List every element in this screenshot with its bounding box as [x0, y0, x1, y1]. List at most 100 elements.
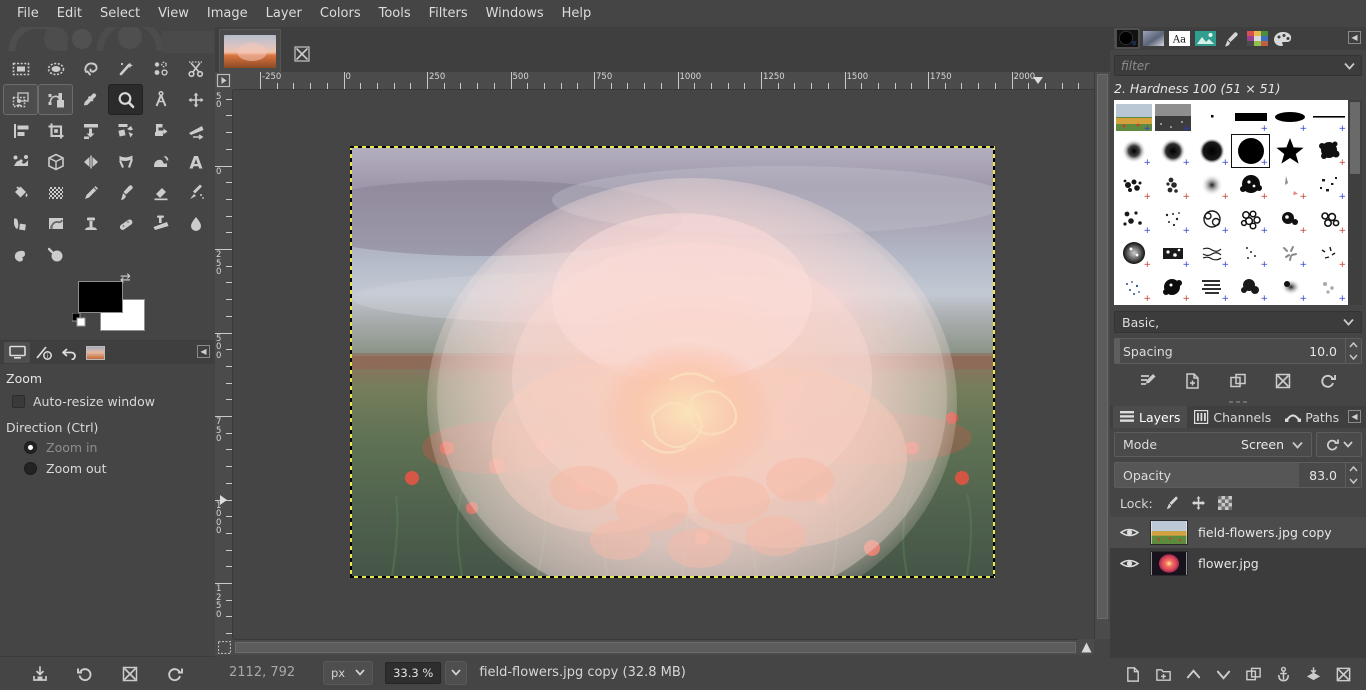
tool-rotate[interactable]: [73, 115, 108, 146]
tool-shear[interactable]: [143, 115, 178, 146]
layer-row[interactable]: field-flowers.jpg copy: [1110, 517, 1366, 548]
device-status-tab[interactable]: i: [30, 342, 56, 363]
delete-brush-button[interactable]: [1270, 369, 1296, 393]
tool-perspective-clone[interactable]: [143, 208, 178, 239]
layer-list[interactable]: field-flowers.jpg copy flower.jpg: [1110, 517, 1366, 658]
chevron-down-icon[interactable]: [1344, 62, 1355, 70]
brush-item[interactable]: +: [1270, 270, 1309, 304]
chevron-down-icon[interactable]: [1349, 354, 1358, 360]
paint-dynamics-tab[interactable]: [1218, 28, 1244, 49]
brush-item[interactable]: +: [1309, 202, 1348, 236]
lower-layer-button[interactable]: [1211, 662, 1235, 686]
opacity-stepper[interactable]: [1345, 463, 1361, 487]
tool-text[interactable]: A: [178, 146, 213, 177]
brush-grid[interactable]: + + + + + + + + + + + + + + + + + + + + …: [1114, 100, 1348, 305]
horizontal-ruler[interactable]: -250 0 250 500 750 1000 1250 1500 1750 2000: [233, 72, 1094, 90]
brush-item[interactable]: +: [1153, 134, 1192, 168]
brush-item[interactable]: +: [1231, 202, 1270, 236]
patterns-tab[interactable]: [1140, 28, 1166, 49]
menu-help[interactable]: Help: [553, 3, 601, 24]
horizontal-scrollbar[interactable]: [233, 639, 1094, 655]
tool-pencil[interactable]: [73, 177, 108, 208]
chevron-down-icon[interactable]: [1349, 478, 1358, 484]
brush-item[interactable]: +: [1114, 168, 1153, 202]
brush-item[interactable]: +: [1114, 236, 1153, 270]
tool-ellipse-select[interactable]: [38, 53, 73, 84]
tool-heal[interactable]: [108, 208, 143, 239]
layer-blend-space-button[interactable]: [1316, 432, 1362, 457]
tool-flip[interactable]: [73, 146, 108, 177]
zoom-value[interactable]: 33.3 %: [385, 661, 442, 684]
reset-tool-options-button[interactable]: [162, 662, 188, 686]
brush-item[interactable]: +: [1153, 270, 1192, 304]
tool-eraser[interactable]: [143, 177, 178, 208]
menu-file[interactable]: File: [8, 3, 48, 24]
lock-alpha-button[interactable]: [1217, 495, 1234, 511]
menu-layer[interactable]: Layer: [257, 3, 311, 24]
zoom-dropdown-button[interactable]: [445, 660, 468, 685]
edit-brush-button[interactable]: [1135, 369, 1161, 393]
images-tab[interactable]: [82, 342, 108, 363]
tool-clone[interactable]: [73, 208, 108, 239]
brush-item[interactable]: +: [1114, 270, 1153, 304]
tab-paths[interactable]: Paths: [1278, 406, 1346, 428]
lock-position-button[interactable]: [1190, 495, 1207, 511]
radio-zoom-out[interactable]: Zoom out: [6, 458, 209, 479]
brush-filter-field[interactable]: filter: [1114, 55, 1362, 76]
tool-perspective[interactable]: [178, 115, 213, 146]
raise-layer-button[interactable]: [1181, 662, 1205, 686]
brush-item[interactable]: [1192, 100, 1231, 134]
menu-filters[interactable]: Filters: [420, 3, 477, 24]
tool-fuzzy-select[interactable]: [108, 53, 143, 84]
brush-item[interactable]: +: [1192, 270, 1231, 304]
tool-paintbrush[interactable]: [108, 177, 143, 208]
default-colors-icon[interactable]: [71, 312, 86, 327]
tool-mypaint-brush[interactable]: [38, 208, 73, 239]
brush-item[interactable]: +: [1153, 168, 1192, 202]
layer-visibility-icon[interactable]: [1118, 526, 1140, 539]
brush-item[interactable]: +: [1192, 202, 1231, 236]
colormap-tab[interactable]: [1270, 28, 1296, 49]
document-history-tab[interactable]: [1192, 28, 1218, 49]
tool-measure[interactable]: [143, 84, 178, 115]
menu-tools[interactable]: Tools: [370, 3, 420, 24]
duplicate-brush-button[interactable]: [1225, 369, 1251, 393]
brush-item[interactable]: +: [1270, 202, 1309, 236]
brushes-tab[interactable]: [1114, 28, 1140, 49]
canvas-viewport[interactable]: [233, 90, 1094, 639]
tool-crop[interactable]: [38, 115, 73, 146]
brush-preset-selector[interactable]: Basic,: [1114, 311, 1362, 333]
vertical-ruler[interactable]: -250 0 250 500 750 1000 1250: [215, 90, 233, 639]
tool-ink[interactable]: [3, 208, 38, 239]
brush-item[interactable]: +: [1192, 134, 1231, 168]
navigation-preview-button[interactable]: [1078, 639, 1094, 655]
brush-item[interactable]: +: [1114, 100, 1153, 134]
close-icon[interactable]: [293, 45, 310, 62]
brush-grid-scrollbar[interactable]: [1348, 100, 1362, 305]
tool-alignment[interactable]: [3, 115, 38, 146]
brush-item[interactable]: +: [1192, 168, 1231, 202]
tool-unified-transform[interactable]: [3, 146, 38, 177]
anchor-layer-button[interactable]: [1271, 662, 1295, 686]
spacing-stepper[interactable]: [1345, 339, 1361, 363]
swap-colors-icon[interactable]: ⇄: [120, 271, 131, 286]
chevron-up-icon[interactable]: [1349, 342, 1358, 348]
brush-item[interactable]: +: [1114, 134, 1153, 168]
duplicate-layer-button[interactable]: [1241, 662, 1265, 686]
unit-selector[interactable]: px: [323, 660, 374, 685]
tool-airbrush[interactable]: [178, 177, 213, 208]
new-layer-button[interactable]: [1121, 662, 1145, 686]
tool-dodge-burn[interactable]: [38, 239, 73, 270]
tool-rect-select[interactable]: [3, 53, 38, 84]
brush-item[interactable]: +: [1153, 202, 1192, 236]
brush-item[interactable]: +: [1309, 168, 1348, 202]
tool-foreground-select[interactable]: [3, 84, 38, 115]
menu-colors[interactable]: Colors: [311, 3, 370, 24]
menu-view[interactable]: View: [149, 3, 198, 24]
foreground-color-swatch[interactable]: [78, 281, 123, 313]
dock-resize-grip[interactable]: [1110, 398, 1366, 406]
brush-item[interactable]: +: [1231, 100, 1270, 134]
tool-bucket-fill[interactable]: [3, 177, 38, 208]
tool-free-select[interactable]: [73, 53, 108, 84]
tool-cage-transform[interactable]: [108, 146, 143, 177]
